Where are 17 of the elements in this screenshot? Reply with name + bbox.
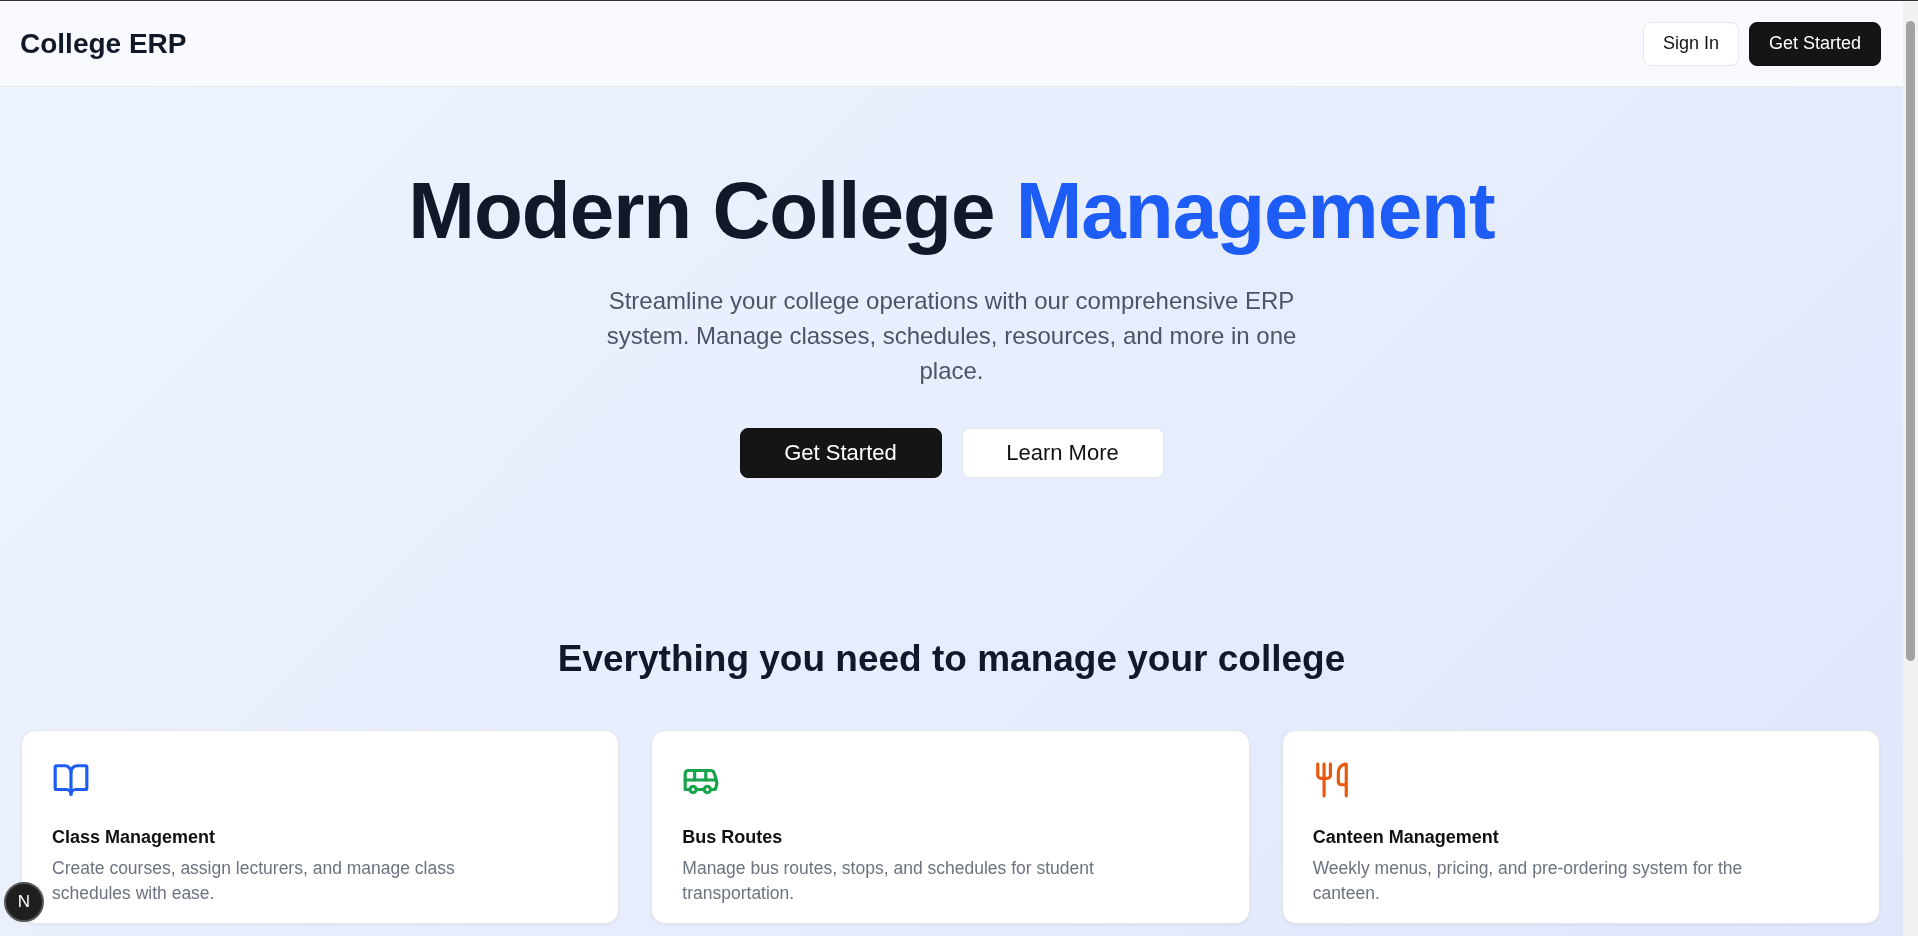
feature-description: Weekly menus, pricing, and pre-ordering system for the canteen. xyxy=(1312,857,1744,905)
hero-subtitle: Streamline your college operations with our comprehensive ERP system. Manage classes, schedules, resources, and more in one place. xyxy=(605,286,1298,386)
book-icon xyxy=(52,761,90,799)
learn-more-button[interactable]: Learn More xyxy=(961,428,1164,478)
feature-title: Bus Routes xyxy=(682,827,784,848)
scrollbar-thumb[interactable] xyxy=(1906,21,1915,661)
feature-description: Manage bus routes, stops, and schedules for student transportation. xyxy=(682,857,1095,905)
get-started-button[interactable]: Get Started xyxy=(1748,21,1881,66)
feature-title: Class Management xyxy=(52,827,217,848)
section-heading: Everything you need to manage your college xyxy=(556,638,1347,680)
hero-title: Modern College Management xyxy=(408,165,1495,257)
feature-title: Canteen Management xyxy=(1312,827,1500,848)
feature-description: Create courses, assign lecturers, and manage class schedules with ease. xyxy=(52,857,456,905)
sign-in-button[interactable]: Sign In xyxy=(1642,21,1739,66)
dev-badge[interactable]: N xyxy=(4,882,44,922)
get-started-button[interactable]: Get Started xyxy=(739,428,942,478)
brand-name: College ERP xyxy=(20,27,187,60)
